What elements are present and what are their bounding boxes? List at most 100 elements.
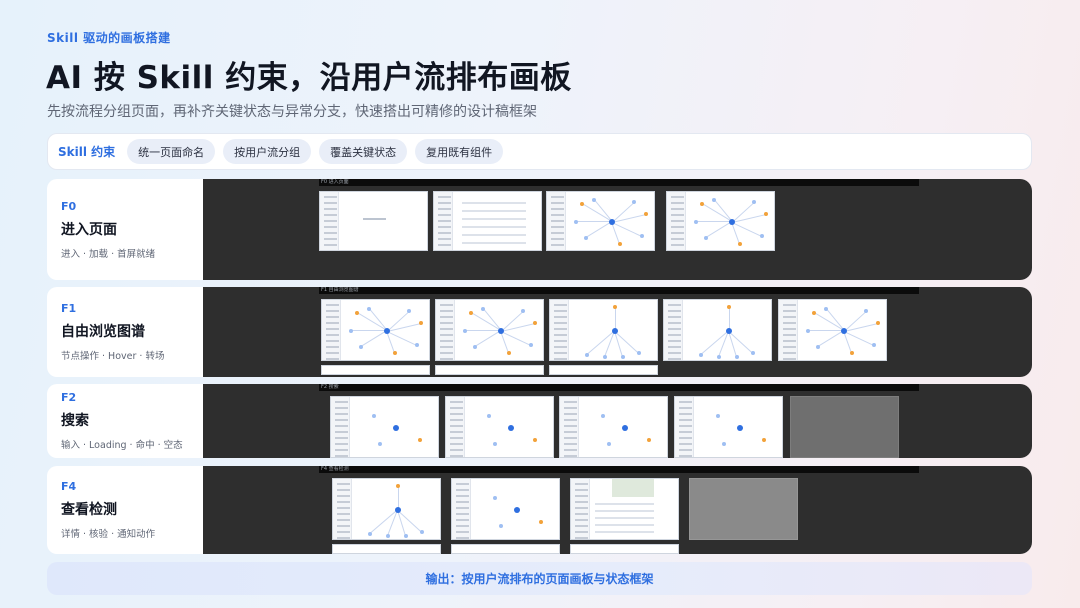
skill-constraint-bar: Skill 约束 统一页面命名 按用户流分组 覆盖关键状态 复用既有组件 — [47, 133, 1032, 170]
graph-node — [601, 414, 606, 418]
flow-card[interactable]: F4 查看检测 详情 · 核验 · 通知动作 — [47, 466, 203, 554]
graph-edge — [369, 509, 399, 534]
graph-node — [699, 353, 704, 357]
graph-node — [762, 438, 767, 442]
graph-node — [499, 524, 504, 528]
page-frame-thumbnail[interactable] — [663, 299, 772, 361]
flow-name: 查看检测 — [61, 502, 117, 518]
page-frame-thumbnail[interactable] — [330, 396, 439, 458]
page-frame-thumbnail[interactable] — [778, 299, 887, 361]
graph-node — [816, 345, 821, 349]
flow-desc: 输入 · Loading · 命中 · 空态 — [61, 440, 183, 451]
skill-constraint-label: Skill 约束 — [58, 145, 116, 159]
graph-edge — [582, 203, 613, 222]
graph-hub-node — [622, 425, 629, 431]
graph-node — [735, 355, 740, 359]
graph-node — [806, 329, 811, 333]
page-frame-thumbnail[interactable] — [445, 396, 554, 458]
graph-edge — [360, 330, 388, 347]
graph-node — [487, 414, 492, 418]
flow-canvas[interactable]: F2 搜索 — [203, 384, 1032, 458]
page-frame-thumbnail[interactable] — [433, 191, 542, 251]
page-frame-thumbnail[interactable] — [570, 478, 679, 540]
page-frame-thumbnail[interactable] — [689, 478, 798, 540]
graph-node — [613, 305, 618, 309]
graph-node — [493, 442, 498, 446]
page-subtitle: 先按流程分组页面，再补齐关键状态与异常分支，快速搭出可精修的设计稿框架 — [47, 104, 537, 120]
graph-node — [876, 321, 881, 325]
graph-edge — [702, 203, 733, 222]
graph-node — [632, 200, 637, 204]
graph-node — [717, 355, 722, 359]
page-frame-thumbnail[interactable] — [674, 396, 783, 458]
graph-edge — [576, 221, 613, 222]
thumbnail-sidebar — [571, 479, 591, 539]
graph-node — [404, 534, 409, 538]
chip-cover-key-states[interactable]: 覆盖关键状态 — [319, 139, 408, 164]
graph-hub-node — [737, 425, 744, 431]
flow-code: F4 — [61, 480, 77, 493]
text-line — [594, 524, 655, 526]
substate-strip — [451, 544, 560, 554]
flow-row-f0: F0 进入页面 进入 · 加载 · 首屏就绪 F0 进入页面 — [47, 179, 1032, 280]
page-frame-thumbnail[interactable] — [559, 396, 668, 458]
chip-reuse-components[interactable]: 复用既有组件 — [415, 139, 504, 164]
page-frame-thumbnail[interactable] — [451, 478, 560, 540]
graph-node — [372, 414, 377, 418]
page-frame-thumbnail[interactable] — [549, 299, 658, 361]
graph-node — [738, 242, 743, 246]
page-frame-thumbnail[interactable] — [666, 191, 775, 251]
graph-node — [533, 321, 538, 325]
graph-node — [574, 220, 579, 224]
graph-node — [378, 442, 383, 446]
thumbnail-sidebar — [322, 300, 342, 360]
graph-node — [751, 351, 756, 355]
graph-node — [607, 442, 612, 446]
page-frame-thumbnail[interactable] — [435, 299, 544, 361]
graph-edge — [585, 221, 613, 238]
graph-edge — [357, 312, 388, 331]
page-frame-thumbnail[interactable] — [319, 191, 428, 251]
graph-node — [393, 351, 398, 355]
graph-hub-node — [514, 507, 521, 513]
thumbnail-sidebar — [320, 192, 340, 250]
graph-node — [760, 234, 765, 238]
substate-strip — [570, 544, 679, 554]
page-frame-thumbnail[interactable] — [321, 299, 430, 361]
graph-edge — [817, 330, 845, 347]
flow-card[interactable]: F2 搜索 输入 · Loading · 命中 · 空态 — [47, 384, 203, 458]
page-frame-thumbnail[interactable] — [546, 191, 655, 251]
flow-card[interactable]: F1 自由浏览图谱 节点操作 · Hover · 转场 — [47, 287, 203, 377]
flow-card[interactable]: F0 进入页面 进入 · 加载 · 首屏就绪 — [47, 179, 203, 280]
graph-node — [850, 351, 855, 355]
flow-canvas[interactable]: F1 自由浏览图谱 — [203, 287, 1032, 377]
graph-edge — [814, 312, 845, 331]
list-line — [461, 226, 526, 228]
flow-row-f1: F1 自由浏览图谱 节点操作 · Hover · 转场 F1 自由浏览图谱 — [47, 287, 1032, 377]
page-frame-thumbnail[interactable] — [790, 396, 899, 458]
thumbnail-sidebar — [779, 300, 799, 360]
frame-title: F0 进入页面 — [319, 179, 919, 186]
graph-edge — [696, 221, 733, 222]
graph-node — [349, 329, 354, 333]
graph-node — [864, 309, 869, 313]
graph-node — [368, 532, 373, 536]
flow-name: 自由浏览图谱 — [61, 324, 145, 340]
graph-node — [644, 212, 649, 216]
graph-node — [603, 355, 608, 359]
flow-canvas[interactable]: F0 进入页面 — [203, 179, 1032, 280]
graph-node — [694, 220, 699, 224]
graph-node — [473, 345, 478, 349]
graph-node — [640, 234, 645, 238]
chip-unified-naming[interactable]: 统一页面命名 — [127, 139, 216, 164]
graph-edge — [474, 330, 502, 347]
flow-row-f4: F4 查看检测 详情 · 核验 · 通知动作 F4 查看检测 — [47, 466, 1032, 554]
chip-group-by-flow[interactable]: 按用户流分组 — [223, 139, 312, 164]
flow-desc: 节点操作 · Hover · 转场 — [61, 351, 165, 362]
text-line — [594, 531, 655, 533]
graph-node — [418, 438, 423, 442]
flow-canvas[interactable]: F4 查看检测 — [203, 466, 1032, 554]
page-frame-thumbnail[interactable] — [332, 478, 441, 540]
text-line — [594, 510, 655, 512]
frame-title: F4 查看检测 — [319, 466, 919, 473]
